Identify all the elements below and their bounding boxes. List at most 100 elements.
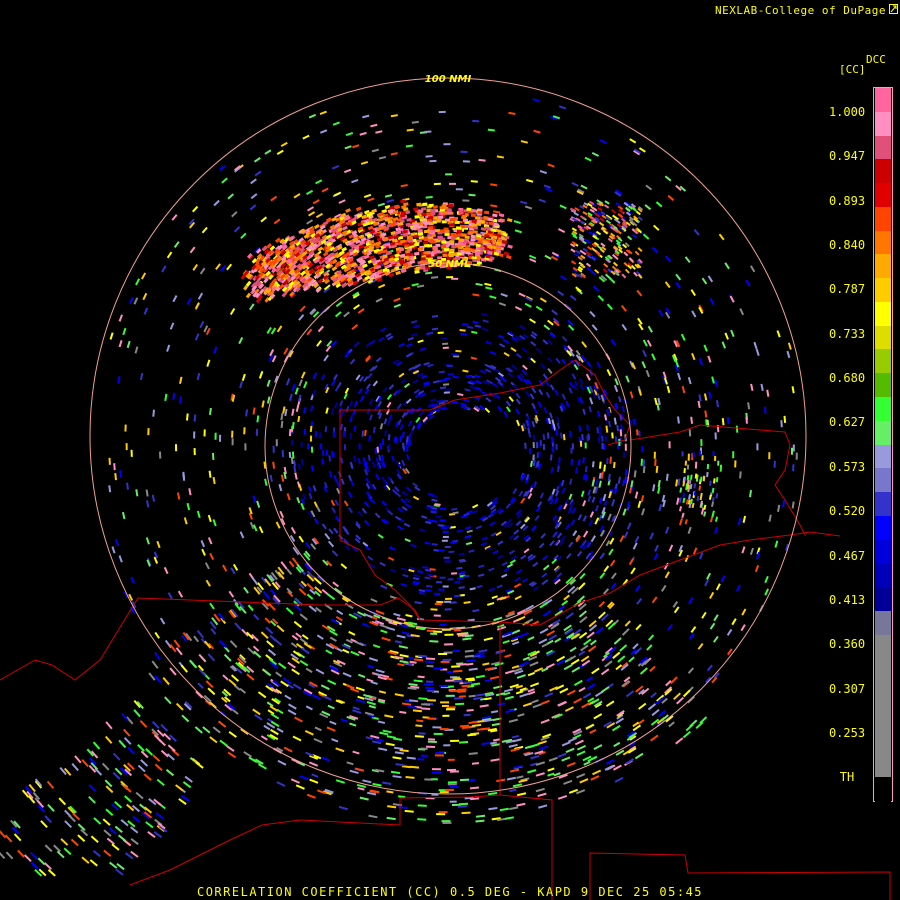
echo-pixel [626,522,632,530]
echo-pixel [445,694,455,697]
echo-pixel [541,579,549,586]
echo-pixel [147,428,150,436]
echo-pixel [354,767,365,772]
echo-pixel [521,577,529,583]
echo-pixel [628,558,635,566]
echo-pixel [580,490,585,497]
external-link-icon[interactable] [889,4,898,14]
echo-pixel [343,392,348,400]
echo-pixel [513,529,520,535]
echo-pixel [454,220,460,224]
echo-pixel [436,581,443,584]
echo-pixel [369,414,373,421]
echo-pixel [105,785,114,794]
echo-pixel [230,674,240,682]
echo-pixel [637,500,642,509]
echo-pixel [559,204,567,210]
echo-pixel [581,341,588,348]
echo-pixel [642,349,647,358]
echo-pixel [538,804,548,809]
echo-pixel [690,289,696,297]
echo-pixel [638,702,647,710]
echo-pixel [691,352,696,361]
echo-pixel [530,341,537,347]
echo-pixel [500,377,507,383]
echo-pixel [392,756,402,760]
echo-pixel [472,504,479,509]
echo-pixel [132,815,141,823]
echo-pixel [597,410,601,417]
echo-pixel [452,649,461,653]
echo-pixel [516,792,527,797]
echo-pixel [715,399,720,408]
echo-pixel [400,184,408,188]
echo-pixel [750,383,754,391]
echo-pixel [474,374,481,379]
echo-pixel [565,612,574,620]
echo-pixel [441,240,447,244]
echo-pixel [690,416,694,424]
echo-pixel [547,772,555,777]
echo-pixel [515,353,522,359]
echo-pixel [590,775,600,781]
echo-pixel [621,273,627,279]
echo-pixel [639,667,648,675]
echo-pixel [400,199,406,204]
echo-pixel [591,479,595,487]
echo-pixel [591,667,600,675]
color-scale-segment [875,515,891,541]
color-scale-segment [875,420,891,446]
echo-pixel [422,202,428,206]
echo-pixel [714,516,719,522]
echo-pixel [353,425,357,432]
echo-pixel [389,546,396,551]
echo-pixel [388,444,391,451]
echo-pixel [680,333,686,341]
echo-pixel [301,647,310,655]
echo-pixel [445,173,453,176]
echo-pixel [207,687,216,696]
echo-pixel [353,400,358,408]
echo-pixel [688,478,692,485]
echo-pixel [703,511,707,517]
echo-pixel [654,397,658,405]
echo-pixel [592,285,600,292]
echo-pixel [446,276,454,279]
echo-pixel [159,617,166,625]
echo-pixel [332,581,340,588]
echo-pixel [250,178,257,185]
echo-pixel [466,529,473,534]
echo-pixel [220,264,227,272]
echo-pixel [551,309,558,316]
echo-pixel [243,427,246,435]
echo-pixel [568,387,573,394]
echo-pixel [252,495,257,503]
echo-pixel [489,295,497,299]
echo-pixel [405,144,414,148]
color-scale-segment [875,230,891,255]
echo-pixel [614,776,624,783]
echo-pixel [543,324,551,331]
echo-pixel [732,451,735,459]
echo-pixel [303,428,307,435]
echo-pixel [655,465,659,473]
echo-pixel [604,435,607,442]
echo-pixel [417,758,425,761]
echo-pixel [527,636,535,641]
echo-pixel [29,851,38,860]
echo-pixel [641,361,647,369]
echo-pixel [570,248,576,253]
echo-pixel [276,149,284,156]
echo-pixel [293,193,301,199]
echo-pixel [577,459,581,466]
echo-pixel [713,614,719,622]
echo-pixel [614,436,618,443]
echo-pixel [485,226,491,231]
echo-pixel [403,286,411,291]
echo-pixel [332,121,340,126]
echo-pixel [456,529,463,533]
echo-pixel [602,268,608,274]
echo-pixel [333,527,339,534]
echo-pixel [287,661,296,669]
echo-pixel [543,184,551,189]
